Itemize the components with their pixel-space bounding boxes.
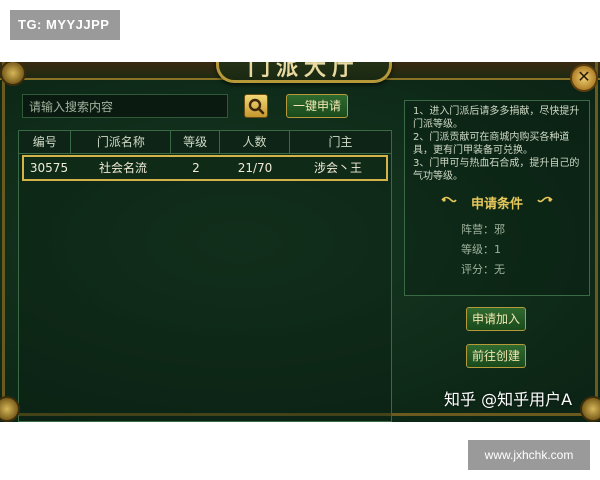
guild-hall-window: 门派大厅 ✕ 一键申请 编号 门派名称 等级 人数 门主 30575 社会名流 … <box>0 62 600 422</box>
apply-join-button[interactable]: 申请加入 <box>466 307 526 331</box>
rules-text: 1、进入门派后请多多捐献，尽快提升门派等级。 2、门派贡献可在商城内购买各种道具… <box>413 105 585 183</box>
title-plaque: 门派大厅 <box>216 62 392 83</box>
telegram-watermark: TG: MYYJJPP <box>10 10 120 40</box>
cell-level: 2 <box>192 161 200 175</box>
condition-rating: 评分：无 <box>461 263 505 276</box>
search-button[interactable] <box>244 94 268 118</box>
rule-1: 1、进入门派后请多多捐献，尽快提升门派等级。 <box>413 106 580 130</box>
search-input[interactable] <box>23 95 235 119</box>
ornament-right-icon <box>537 196 553 203</box>
site-watermark: www.jxhchk.com <box>468 440 590 470</box>
corner-ornament-bottom-right <box>580 396 600 422</box>
search-icon <box>248 98 265 115</box>
condition-camp: 阵营：邪 <box>461 223 505 236</box>
go-create-button[interactable]: 前往创建 <box>466 344 526 368</box>
column-header-members: 人数 <box>220 131 291 153</box>
zhihu-watermark: 知乎 @知乎用户A <box>444 390 573 409</box>
column-header-leader: 门主 <box>328 135 353 149</box>
one-click-apply-button[interactable]: 一键申请 <box>286 94 348 118</box>
cell-name: 社会名流 <box>98 161 147 175</box>
info-panel: 1、进入门派后请多多捐献，尽快提升门派等级。 2、门派贡献可在商城内购买各种道具… <box>404 100 590 296</box>
close-button[interactable]: ✕ <box>570 64 598 92</box>
table-row[interactable]: 30575 社会名流 2 21/70 涉会丶王 <box>22 155 388 181</box>
column-header-id: 编号 <box>19 131 72 153</box>
guild-table: 编号 门派名称 等级 人数 门主 30575 社会名流 2 21/70 涉会丶王 <box>18 130 392 422</box>
cell-members: 21/70 <box>237 161 273 175</box>
column-header-name: 门派名称 <box>71 131 172 153</box>
search-field[interactable] <box>22 94 235 119</box>
window-title: 门派大厅 <box>247 62 360 81</box>
table-header: 编号 门派名称 等级 人数 门主 <box>19 131 391 154</box>
rule-3: 3、门甲可与热血石合成，提升自己的气功等级。 <box>413 158 580 182</box>
column-header-level: 等级 <box>171 131 220 153</box>
cell-id: 30575 <box>29 161 69 175</box>
rule-2: 2、门派贡献可在商城内购买各种道具，更有门甲装备可兑换。 <box>413 132 570 156</box>
condition-level: 等级：1 <box>461 243 501 256</box>
corner-ornament-bottom-left <box>0 396 20 422</box>
conditions-title: 申请条件 <box>470 197 523 212</box>
close-icon: ✕ <box>577 67 591 86</box>
cell-leader: 涉会丶王 <box>313 161 362 175</box>
